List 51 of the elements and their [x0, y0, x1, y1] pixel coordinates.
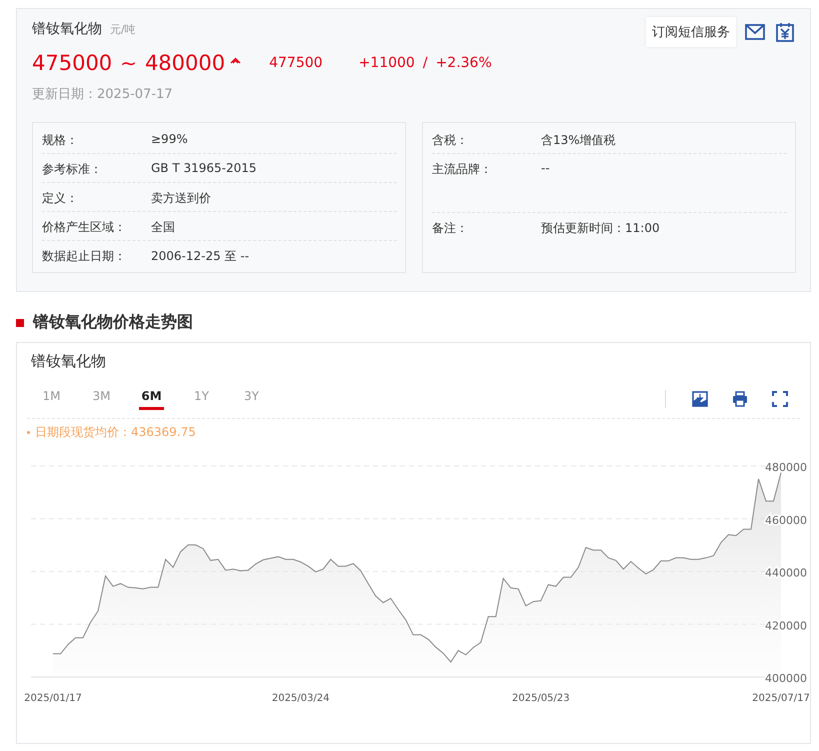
- subscribe-button[interactable]: 订阅短信服务: [646, 17, 736, 47]
- y-axis-label: 440000: [765, 566, 807, 580]
- change-percent: +2.36%: [436, 55, 492, 71]
- field-value: --: [541, 161, 550, 177]
- field-value: GB T 31965-2015: [151, 161, 257, 177]
- field-label: 备注：: [432, 220, 469, 237]
- y-axis-label: 400000: [765, 672, 807, 685]
- print-icon[interactable]: [732, 390, 748, 406]
- section-marker: [16, 318, 24, 326]
- update-date: 更新日期：2025-07-17: [32, 86, 174, 103]
- chart-title: 镨钕氧化物: [31, 352, 107, 371]
- field-label: 参考标准：: [42, 161, 103, 178]
- x-axis-label: 2025/05/23: [512, 693, 570, 703]
- price-change: +11000: [358, 55, 415, 71]
- field-value: 卖方送到价: [151, 190, 211, 207]
- range-tab[interactable]: 3M: [89, 387, 114, 410]
- field-value: 2006-12-25 至 --: [151, 248, 250, 265]
- field-label: 定义：: [42, 190, 79, 207]
- field-value: ≥99%: [151, 132, 188, 148]
- download-image-icon[interactable]: [692, 390, 708, 406]
- field-label: 主流品牌：: [432, 161, 493, 178]
- range-tab[interactable]: 3Y: [239, 387, 264, 410]
- price-low: 475000: [32, 51, 112, 75]
- bullet-icon: [27, 431, 30, 434]
- average-price: 477500: [269, 55, 323, 71]
- x-axis-label: 2025/03/24: [272, 693, 330, 703]
- range-tab[interactable]: 1M: [39, 387, 64, 410]
- field-label: 价格产生区域：: [42, 219, 127, 236]
- average-note: 日期段现货均价：436369.75: [35, 424, 196, 441]
- field-value: 含13%增值税: [541, 132, 616, 149]
- mail-icon[interactable]: [744, 21, 766, 43]
- field-label: 数据起止日期：: [42, 248, 127, 265]
- x-axis-label: 2025/01/17: [24, 693, 82, 703]
- change-separator: /: [422, 55, 428, 71]
- section-title: 镨钕氧化物价格走势图: [33, 312, 193, 333]
- calendar-icon[interactable]: [774, 21, 796, 43]
- x-axis-label: 2025/07/17: [752, 693, 810, 703]
- y-axis-label: 480000: [765, 461, 807, 474]
- field-label: 规格：: [42, 132, 79, 149]
- field-value: 预估更新时间：11:00: [541, 220, 660, 237]
- product-name: 镨钕氧化物: [32, 20, 102, 38]
- field-label: 含税：: [432, 132, 469, 149]
- range-separator: ~: [120, 51, 137, 75]
- range-tab[interactable]: 1Y: [189, 387, 214, 410]
- unit-label: 元/吨: [110, 22, 136, 37]
- price-high: 480000: [144, 51, 226, 75]
- fullscreen-icon[interactable]: [772, 390, 788, 406]
- range-tab[interactable]: 6M: [139, 387, 164, 410]
- y-axis-label: 420000: [765, 619, 807, 632]
- y-axis-label: 460000: [765, 514, 807, 527]
- field-value: 全国: [151, 219, 175, 236]
